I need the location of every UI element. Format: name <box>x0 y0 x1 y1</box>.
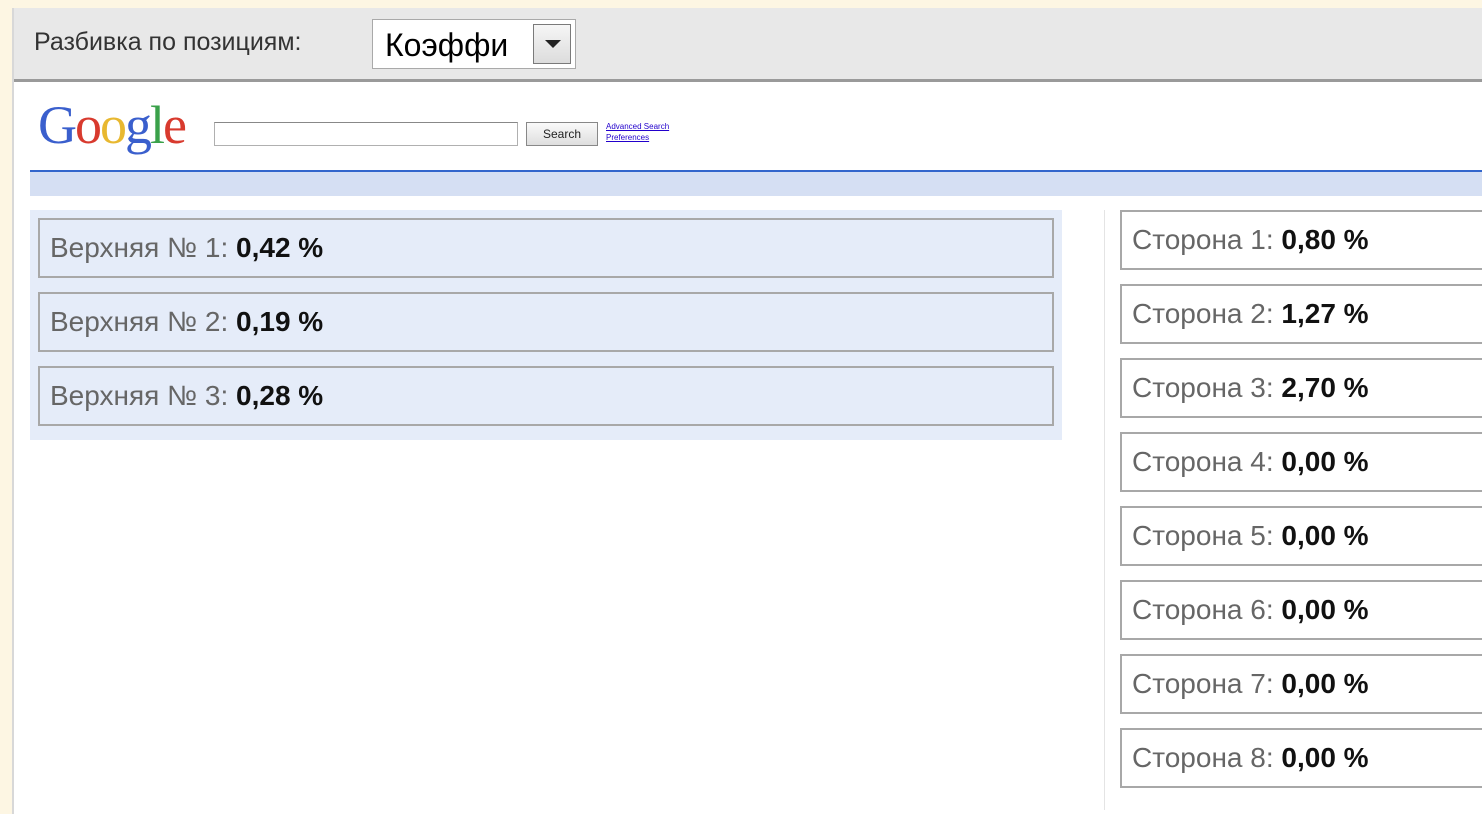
side-position-label: Сторона 1: <box>1132 224 1274 255</box>
search-input[interactable] <box>214 122 518 146</box>
logo-letter: o <box>100 95 127 155</box>
side-position-value: 2,70 % <box>1281 372 1369 403</box>
side-position-value: 0,00 % <box>1281 446 1369 477</box>
window-frame: Разбивка по позициям: Коэффи Google Sear… <box>12 8 1482 814</box>
search-preview: Google Search Advanced Search Preference… <box>30 82 1482 814</box>
side-position-5: Сторона 5: 0,00 % <box>1120 506 1482 566</box>
side-position-label: Сторона 6: <box>1132 594 1274 625</box>
side-position-label: Сторона 8: <box>1132 742 1274 773</box>
results-header-bar <box>30 170 1482 196</box>
side-position-label: Сторона 2: <box>1132 298 1274 329</box>
google-logo: Google <box>38 95 187 155</box>
side-position-3: Сторона 3: 2,70 % <box>1120 358 1482 418</box>
top-position-label: Верхняя № 3: <box>50 380 229 411</box>
breakdown-select-value: Коэффи <box>385 27 509 63</box>
top-position-1: Верхняя № 1: 0,42 % <box>38 218 1054 278</box>
side-position-label: Сторона 5: <box>1132 520 1274 551</box>
toolbar: Разбивка по позициям: Коэффи <box>14 8 1482 82</box>
side-position-value: 0,00 % <box>1281 520 1369 551</box>
top-ads-area: Верхняя № 1: 0,42 % Верхняя № 2: 0,19 % … <box>30 210 1062 440</box>
side-position-2: Сторона 2: 1,27 % <box>1120 284 1482 344</box>
chevron-down-icon[interactable] <box>533 24 571 64</box>
search-links: Advanced Search Preferences <box>606 121 669 143</box>
top-position-label: Верхняя № 2: <box>50 306 229 337</box>
side-position-label: Сторона 3: <box>1132 372 1274 403</box>
top-position-label: Верхняя № 1: <box>50 232 229 263</box>
side-position-1: Сторона 1: 0,80 % <box>1120 210 1482 270</box>
side-position-8: Сторона 8: 0,00 % <box>1120 728 1482 788</box>
advanced-search-link[interactable]: Advanced Search <box>606 121 669 132</box>
side-position-label: Сторона 7: <box>1132 668 1274 699</box>
top-position-value: 0,28 % <box>236 380 324 411</box>
search-button[interactable]: Search <box>526 122 598 146</box>
breakdown-label: Разбивка по позициям: <box>34 28 302 56</box>
side-position-value: 0,00 % <box>1281 668 1369 699</box>
side-position-value: 0,80 % <box>1281 224 1369 255</box>
side-divider <box>1104 210 1105 810</box>
logo-letter: o <box>75 95 102 155</box>
side-position-value: 0,00 % <box>1281 742 1369 773</box>
logo-letter: G <box>38 95 77 155</box>
top-position-value: 0,19 % <box>236 306 324 337</box>
top-position-value: 0,42 % <box>236 232 324 263</box>
logo-letter: g <box>125 95 152 155</box>
preferences-link[interactable]: Preferences <box>606 132 669 143</box>
side-position-6: Сторона 6: 0,00 % <box>1120 580 1482 640</box>
side-position-7: Сторона 7: 0,00 % <box>1120 654 1482 714</box>
top-position-2: Верхняя № 2: 0,19 % <box>38 292 1054 352</box>
top-position-3: Верхняя № 3: 0,28 % <box>38 366 1054 426</box>
logo-letter: l <box>150 95 165 155</box>
side-position-4: Сторона 4: 0,00 % <box>1120 432 1482 492</box>
side-position-value: 1,27 % <box>1281 298 1369 329</box>
breakdown-select[interactable]: Коэффи <box>372 19 576 69</box>
side-position-label: Сторона 4: <box>1132 446 1274 477</box>
logo-letter: e <box>163 95 187 155</box>
side-position-value: 0,00 % <box>1281 594 1369 625</box>
